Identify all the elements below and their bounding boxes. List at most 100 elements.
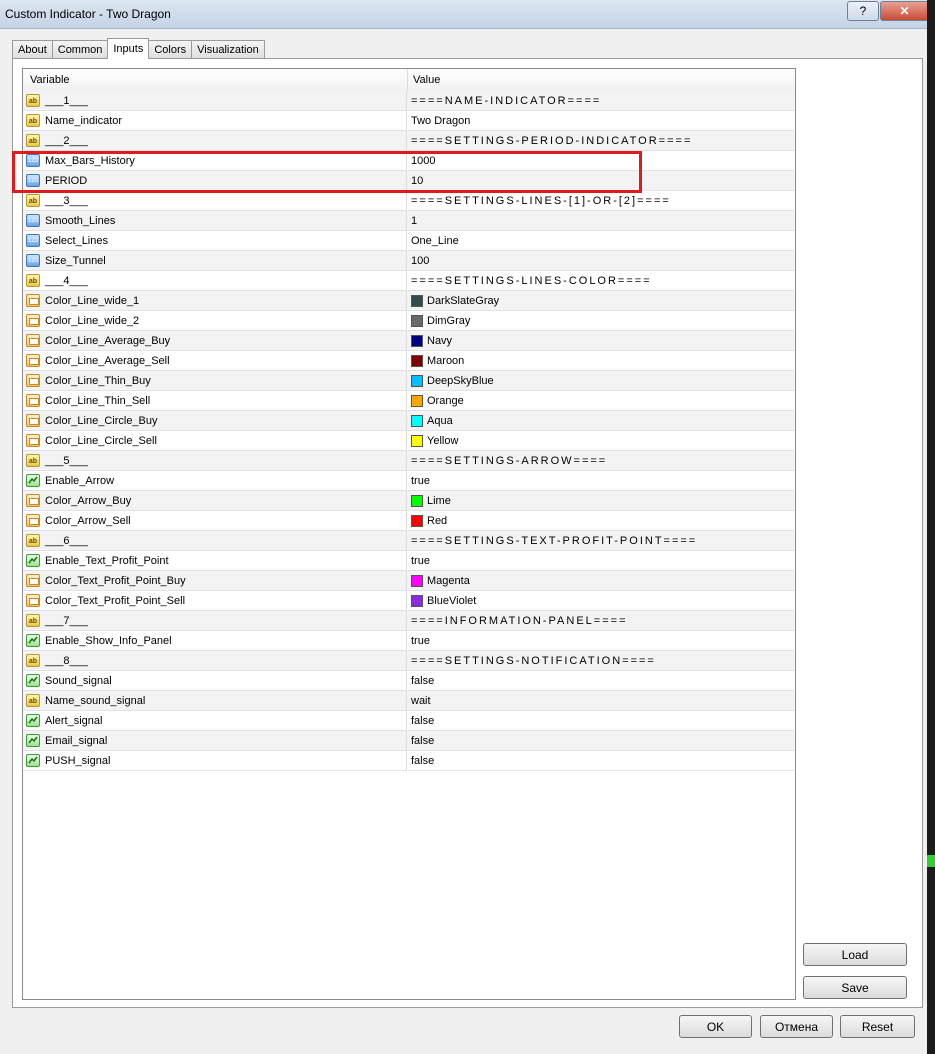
table-row[interactable]: Color_Line_Circle_Buy Aqua	[23, 411, 795, 431]
table-row[interactable]: Color_Line_Thin_Buy DeepSkyBlue	[23, 371, 795, 391]
value-cell[interactable]: Orange	[408, 391, 794, 411]
variable-name: Color_Text_Profit_Point_Buy	[45, 575, 186, 587]
value-cell[interactable]: One_Line	[408, 231, 794, 251]
table-row[interactable]: Color_Text_Profit_Point_Sell BlueViolet	[23, 591, 795, 611]
value-cell[interactable]: ====SETTINGS-LINES-[1]-OR-[2]====	[408, 191, 794, 211]
value-cell[interactable]: ====SETTINGS-LINES-COLOR====	[408, 271, 794, 291]
table-row[interactable]: 123 Size_Tunnel 100	[23, 251, 795, 271]
table-row[interactable]: Color_Line_Average_Sell Maroon	[23, 351, 795, 371]
value-cell[interactable]: true	[408, 551, 794, 571]
string-type-icon: ab	[26, 194, 40, 207]
table-row[interactable]: 123 Select_Lines One_Line	[23, 231, 795, 251]
string-type-icon: ab	[26, 94, 40, 107]
variable-name: ___6___	[45, 535, 88, 547]
header-value[interactable]: Value	[408, 69, 794, 91]
value-cell[interactable]: wait	[408, 691, 794, 711]
tab-common[interactable]: Common	[51, 40, 109, 59]
value-cell[interactable]: true	[408, 631, 794, 651]
value-cell[interactable]: DarkSlateGray	[408, 291, 794, 311]
table-row[interactable]: Color_Line_wide_2 DimGray	[23, 311, 795, 331]
variable-cell: ab ___7___	[23, 611, 407, 631]
table-row[interactable]: Color_Line_Average_Buy Navy	[23, 331, 795, 351]
table-row[interactable]: Color_Line_Thin_Sell Orange	[23, 391, 795, 411]
table-row[interactable]: Enable_Arrow true	[23, 471, 795, 491]
table-row[interactable]: Color_Arrow_Buy Lime	[23, 491, 795, 511]
value-cell[interactable]: 100	[408, 251, 794, 271]
table-row[interactable]: Enable_Text_Profit_Point true	[23, 551, 795, 571]
value-cell[interactable]: ====SETTINGS-ARROW====	[408, 451, 794, 471]
value-cell[interactable]: false	[408, 751, 794, 771]
save-button[interactable]: Save	[803, 976, 907, 999]
table-row[interactable]: Alert_signal false	[23, 711, 795, 731]
section-separator: ====SETTINGS-LINES-[1]-OR-[2]====	[411, 195, 671, 207]
value-cell[interactable]: ====SETTINGS-PERIOD-INDICATOR====	[408, 131, 794, 151]
value-cell[interactable]: BlueViolet	[408, 591, 794, 611]
value-cell[interactable]: DeepSkyBlue	[408, 371, 794, 391]
value-cell[interactable]: Yellow	[408, 431, 794, 451]
tab-colors[interactable]: Colors	[148, 40, 193, 59]
table-row[interactable]: Enable_Show_Info_Panel true	[23, 631, 795, 651]
variable-cell: Alert_signal	[23, 711, 407, 731]
value-cell[interactable]: true	[408, 471, 794, 491]
color-swatch	[411, 575, 423, 587]
table-row[interactable]: ab ___5___ ====SETTINGS-ARROW====	[23, 451, 795, 471]
value-text: One_Line	[411, 235, 459, 247]
header-variable[interactable]: Variable	[23, 69, 408, 91]
table-row[interactable]: ab Name_indicator Two Dragon	[23, 111, 795, 131]
cancel-button[interactable]: Отмена	[760, 1015, 833, 1038]
table-row[interactable]: Email_signal false	[23, 731, 795, 751]
value-cell[interactable]: Lime	[408, 491, 794, 511]
value-cell[interactable]: Red	[408, 511, 794, 531]
value-cell[interactable]: ====NAME-INDICATOR====	[408, 91, 794, 111]
table-row[interactable]: ab ___6___ ====SETTINGS-TEXT-PROFIT-POINT=…	[23, 531, 795, 551]
table-row[interactable]: Color_Arrow_Sell Red	[23, 511, 795, 531]
variable-name: Sound_signal	[45, 675, 112, 687]
value-cell[interactable]: Navy	[408, 331, 794, 351]
close-button[interactable]: ✕	[880, 1, 929, 21]
value-cell[interactable]: Two Dragon	[408, 111, 794, 131]
value-cell[interactable]: false	[408, 671, 794, 691]
color-swatch	[411, 295, 423, 307]
table-row[interactable]: ab ___7___ ====INFORMATION-PANEL====	[23, 611, 795, 631]
table-row[interactable]: ab ___3___ ====SETTINGS-LINES-[1]-OR-[2]==…	[23, 191, 795, 211]
table-row[interactable]: ab ___1___ ====NAME-INDICATOR====	[23, 91, 795, 111]
table-row[interactable]: ab ___8___ ====SETTINGS-NOTIFICATION====	[23, 651, 795, 671]
tab-inputs[interactable]: Inputs	[107, 38, 150, 59]
help-button[interactable]: ?	[847, 1, 879, 21]
tab-visualization[interactable]: Visualization	[191, 40, 265, 59]
table-row[interactable]: 123 Smooth_Lines 1	[23, 211, 795, 231]
table-row[interactable]: Color_Line_Circle_Sell Yellow	[23, 431, 795, 451]
table-row[interactable]: Color_Line_wide_1 DarkSlateGray	[23, 291, 795, 311]
value-cell[interactable]: ====INFORMATION-PANEL====	[408, 611, 794, 631]
color-swatch	[411, 495, 423, 507]
value-cell[interactable]: Aqua	[408, 411, 794, 431]
title-bar[interactable]: Custom Indicator - Two Dragon ? ✕	[0, 0, 935, 29]
variable-name: Alert_signal	[45, 715, 103, 727]
table-row[interactable]: Sound_signal false	[23, 671, 795, 691]
value-cell[interactable]: ====SETTINGS-TEXT-PROFIT-POINT====	[408, 531, 794, 551]
value-cell[interactable]: Magenta	[408, 571, 794, 591]
load-button[interactable]: Load	[803, 943, 907, 966]
reset-button[interactable]: Reset	[840, 1015, 915, 1038]
table-row[interactable]: PUSH_signal false	[23, 751, 795, 771]
variable-cell: Color_Line_wide_1	[23, 291, 407, 311]
variable-cell: ab ___8___	[23, 651, 407, 671]
section-separator: ====SETTINGS-LINES-COLOR====	[411, 275, 652, 287]
value-cell[interactable]: DimGray	[408, 311, 794, 331]
value-cell[interactable]: Maroon	[408, 351, 794, 371]
variable-cell: Color_Text_Profit_Point_Buy	[23, 571, 407, 591]
string-type-icon: ab	[26, 534, 40, 547]
table-row[interactable]: ab ___4___ ====SETTINGS-LINES-COLOR====	[23, 271, 795, 291]
tab-about[interactable]: About	[12, 40, 53, 59]
table-row[interactable]: ab Name_sound_signal wait	[23, 691, 795, 711]
value-cell[interactable]: false	[408, 711, 794, 731]
table-row[interactable]: Color_Text_Profit_Point_Buy Magenta	[23, 571, 795, 591]
value-cell[interactable]: 1	[408, 211, 794, 231]
color-swatch	[411, 375, 423, 387]
table-row[interactable]: ab ___2___ ====SETTINGS-PERIOD-INDICATOR==…	[23, 131, 795, 151]
grid-header: Variable Value	[23, 69, 795, 92]
ok-button[interactable]: OK	[679, 1015, 752, 1038]
value-cell[interactable]: ====SETTINGS-NOTIFICATION====	[408, 651, 794, 671]
window-title: Custom Indicator - Two Dragon	[5, 7, 171, 21]
value-cell[interactable]: false	[408, 731, 794, 751]
